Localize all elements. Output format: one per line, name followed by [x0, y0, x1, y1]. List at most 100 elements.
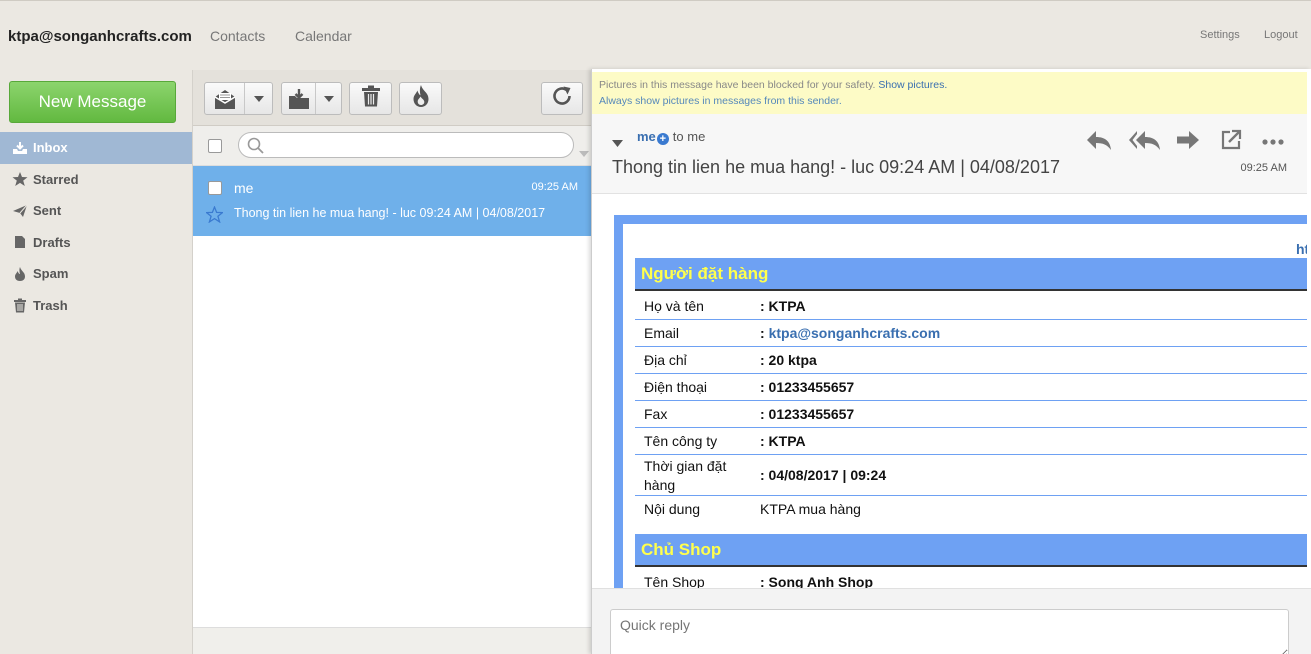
message-checkbox[interactable]: [208, 181, 222, 195]
folder-label: Spam: [33, 266, 69, 282]
info-value: : 01233455657: [760, 406, 855, 422]
spam-button[interactable]: [399, 82, 442, 115]
external-link-icon: [1220, 129, 1242, 156]
info-label: Nội dung: [644, 501, 701, 517]
info-value: : Song Anh Shop: [760, 574, 874, 588]
message-timestamp: 09:25 AM: [1240, 162, 1287, 174]
trash-icon: [361, 85, 381, 112]
reply-all-button[interactable]: [1126, 128, 1164, 156]
mark-read-button[interactable]: [204, 82, 273, 115]
folder-spam[interactable]: Spam: [0, 258, 192, 290]
trash-icon: [11, 297, 29, 313]
message-list-item[interactable]: me 09:25 AM Thong tin lien he mua hang! …: [193, 166, 593, 236]
folder-move-icon: [282, 88, 315, 110]
select-all-checkbox[interactable]: [208, 139, 222, 153]
reply-icon: [1085, 129, 1113, 156]
reading-pane: Pictures in this message have been block…: [591, 69, 1311, 654]
refresh-icon: [551, 85, 573, 112]
forward-arrow-icon: [1175, 129, 1201, 156]
info-label: Email: [644, 325, 680, 341]
info-label: Fax: [644, 406, 668, 422]
folder-trash[interactable]: Trash: [0, 290, 192, 322]
add-contact-icon[interactable]: +: [656, 133, 669, 145]
folder-label: Drafts: [33, 234, 71, 250]
sender-line: me + to me: [637, 129, 705, 145]
info-value: : ktpa@songanhcrafts.com: [760, 325, 940, 341]
buyer-section-heading: Người đặt hàng: [635, 258, 1307, 291]
nav-calendar[interactable]: Calendar: [295, 28, 352, 44]
info-label: Địa chỉ: [644, 352, 687, 368]
nav-contacts[interactable]: Contacts: [210, 28, 265, 44]
account-email: ktpa@songanhcrafts.com: [8, 28, 192, 45]
settings-link[interactable]: Settings: [1200, 29, 1240, 41]
folder-list: Inbox Starred Sent Drafts Spam Trash: [0, 132, 192, 321]
folder-label: Inbox: [33, 140, 68, 156]
new-message-button[interactable]: New Message: [9, 81, 176, 123]
open-external-button[interactable]: [1215, 128, 1247, 156]
message-header: me + to me Thong tin lien he mua hang! - l…: [592, 114, 1307, 194]
envelope-open-icon: [205, 88, 244, 110]
message-sender: me: [234, 180, 254, 196]
list-footer: [193, 627, 593, 654]
info-row: Họ và tên : KTPA: [635, 293, 1307, 320]
info-value: : KTPA: [760, 298, 806, 314]
top-bar: ktpa@songanhcrafts.com Contacts Calendar…: [0, 0, 1311, 70]
email-address-link[interactable]: ktpa@songanhcrafts.com: [769, 325, 941, 341]
info-row: Email : ktpa@songanhcrafts.com: [635, 320, 1307, 347]
always-show-pictures-link[interactable]: Always show pictures in messages from th…: [599, 93, 1300, 109]
sender-name[interactable]: me: [637, 129, 656, 144]
move-to-folder-button[interactable]: [281, 82, 342, 115]
star-icon: [11, 171, 29, 187]
fire-icon: [11, 266, 29, 282]
list-toolbar: [193, 70, 593, 126]
refresh-button[interactable]: [541, 82, 583, 115]
folder-inbox[interactable]: Inbox: [0, 132, 192, 164]
folder-drafts[interactable]: Drafts: [0, 227, 192, 259]
website-link[interactable]: htt: [1296, 241, 1307, 257]
info-value: : 01233455657: [760, 379, 855, 395]
info-row: Nội dung KTPA mua hàng: [635, 496, 1307, 523]
info-value: : 20 ktpa: [760, 352, 817, 368]
delete-button[interactable]: [349, 82, 392, 115]
reply-all-icon: [1128, 129, 1162, 156]
message-list-pane: me 09:25 AM Thong tin lien he mua hang! …: [192, 70, 593, 654]
search-row: [193, 126, 593, 166]
message-time: 09:25 AM: [531, 181, 578, 193]
show-pictures-link[interactable]: Show pictures.: [878, 79, 947, 91]
folder-sent[interactable]: Sent: [0, 195, 192, 227]
collapse-triangle-icon[interactable]: [612, 134, 623, 152]
logout-link[interactable]: Logout: [1264, 29, 1298, 41]
image-warning-text: Pictures in this message have been block…: [599, 79, 876, 91]
search-options-chevron-icon[interactable]: [579, 144, 589, 162]
info-row: Fax : 01233455657: [635, 401, 1307, 428]
info-row: Thời gian đặt hàng : 04/08/2017 | 09:24: [635, 455, 1307, 496]
reply-button[interactable]: [1083, 128, 1115, 156]
chevron-down-icon[interactable]: [316, 95, 341, 102]
info-label: Điện thoại: [644, 379, 708, 395]
search-icon: [247, 137, 264, 159]
image-blocked-banner: Pictures in this message have been block…: [592, 72, 1307, 114]
message-body: htt Người đặt hàng Họ và tên : KTPA Emai…: [592, 195, 1307, 588]
drafts-icon: [11, 234, 29, 250]
folder-label: Sent: [33, 203, 62, 219]
info-row: Điện thoại : 01233455657: [635, 374, 1307, 401]
fire-icon: [411, 84, 431, 113]
forward-button[interactable]: [1172, 128, 1204, 156]
info-row: Tên Shop : Song Anh Shop: [635, 569, 1307, 588]
info-row: Địa chỉ : 20 ktpa: [635, 347, 1307, 374]
star-outline-icon[interactable]: [204, 205, 225, 228]
info-label: Họ và tên: [644, 298, 704, 314]
more-dots-icon: [1261, 133, 1285, 151]
search-input[interactable]: [238, 132, 574, 158]
more-actions-button[interactable]: [1257, 128, 1289, 156]
inbox-icon: [11, 140, 29, 156]
chevron-down-icon[interactable]: [245, 95, 272, 102]
send-icon: [11, 203, 29, 219]
quick-reply-input[interactable]: [610, 609, 1289, 654]
info-label: Thời gian đặt hàng: [644, 458, 727, 493]
info-row: Tên công ty : KTPA: [635, 428, 1307, 455]
folder-label: Starred: [33, 171, 79, 187]
recipient-text: to me: [672, 129, 706, 144]
folder-starred[interactable]: Starred: [0, 164, 192, 196]
email-content-frame: htt Người đặt hàng Họ và tên : KTPA Emai…: [614, 215, 1307, 588]
